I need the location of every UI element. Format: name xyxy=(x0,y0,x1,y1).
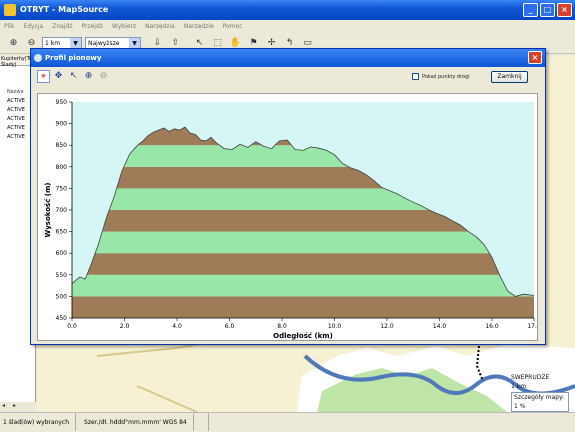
y-tick-label: 650 xyxy=(56,229,68,236)
status-coordinates: Szer./dł. hddd°mm.mmm' WGS 84 xyxy=(84,413,194,431)
y-tick-label: 750 xyxy=(56,185,68,192)
show-waypoints-checkbox[interactable] xyxy=(412,73,419,80)
y-axis-label: Wysokość (m) xyxy=(44,183,52,238)
menu-tool[interactable]: Narzędzie xyxy=(184,20,214,34)
profile-dialog: Profil pionowy × ⌖ ✥ ↖ ⊕ ⊖ Pokaż punkty … xyxy=(30,48,546,345)
show-waypoints-option[interactable]: Pokaż punkty drogi xyxy=(412,73,470,80)
menu-bar: Plik Edycja Znajdź Przejdź Wybierz Narzę… xyxy=(0,20,575,34)
sidebar-scrollbar[interactable]: ◂ ▸ xyxy=(0,402,36,412)
x-tick-label: 17.6 xyxy=(527,323,537,330)
menu-tools[interactable]: Narzędzia xyxy=(145,20,175,34)
elevation-band xyxy=(72,296,534,318)
menu-edit[interactable]: Edycja xyxy=(23,20,43,34)
map-place-label: SWEPRUDZE xyxy=(511,374,550,381)
map-scale-box: SWEPRUDZE 1 km Szczegóły mapy: 1 % xyxy=(511,373,569,412)
show-waypoints-label: Pokaż punkty drogi xyxy=(422,73,470,80)
close-button[interactable]: × xyxy=(557,3,572,17)
x-tick-label: 0.0 xyxy=(67,323,77,330)
y-tick-label: 900 xyxy=(56,121,68,128)
pointer-icon[interactable]: ↖ xyxy=(67,70,80,83)
window-controls: _ □ × xyxy=(523,3,572,17)
map-scale-label: 1 km xyxy=(511,383,527,390)
y-tick-label: 550 xyxy=(56,272,68,279)
y-tick-label: 700 xyxy=(56,207,68,214)
zoom-in-icon[interactable]: ⊕ xyxy=(6,36,21,51)
app-title: OTRYT - MapSource xyxy=(20,5,109,14)
dialog-title: Profil pionowy xyxy=(45,54,102,62)
profile-chart-panel: 950 900 850 800 750 700 650 600 550 500 450 0.0 2.0… xyxy=(37,93,541,341)
menu-help[interactable]: Pomoc xyxy=(223,20,243,34)
elevation-band xyxy=(72,253,534,275)
app-icon xyxy=(4,4,16,16)
x-tick-label: 8.0 xyxy=(277,323,287,330)
status-bar: 1 ślad(ów) wybranych Szer./dł. hddd°mm.m… xyxy=(0,412,575,431)
x-tick-label: 12.0 xyxy=(380,323,394,330)
detail-level-value: Najwyższe xyxy=(88,39,120,47)
menu-file[interactable]: Plik xyxy=(4,20,14,34)
menu-find[interactable]: Znajdź xyxy=(52,20,72,34)
app-title-bar: OTRYT - MapSource _ □ × xyxy=(0,0,575,20)
dialog-icon xyxy=(34,54,42,62)
y-tick-label: 500 xyxy=(56,293,68,300)
x-tick-label: 2.0 xyxy=(120,323,130,330)
x-tick-label: 16.0 xyxy=(485,323,499,330)
elevation-band xyxy=(72,231,534,254)
status-extra xyxy=(202,413,209,431)
maximize-button[interactable]: □ xyxy=(540,3,555,17)
y-tick-label: 800 xyxy=(56,164,68,171)
zoom-in-icon[interactable]: ⊕ xyxy=(82,70,95,83)
y-tick-label: 950 xyxy=(56,99,68,106)
zoom-out-icon[interactable]: ⊖ xyxy=(97,70,110,83)
x-axis-ticks: 0.0 2.0 4.0 6.0 8.0 10.0 12.0 14.0 16.0 17.6 xyxy=(67,318,541,330)
x-tick-label: 4.0 xyxy=(172,323,182,330)
x-axis-label: Odległość (km) xyxy=(273,332,333,340)
elevation-band xyxy=(72,274,534,297)
scroll-left-icon[interactable]: ◂ xyxy=(2,402,5,412)
menu-select[interactable]: Wybierz xyxy=(112,20,136,34)
map-road xyxy=(96,335,248,412)
crosshair-icon[interactable]: ⌖ xyxy=(37,70,50,83)
close-dialog-button[interactable]: Zamknij xyxy=(491,71,528,83)
status-selection: 1 ślad(ów) wybranych xyxy=(3,413,77,431)
y-tick-label: 450 xyxy=(56,315,68,322)
x-tick-label: 10.0 xyxy=(328,323,342,330)
x-tick-label: 6.0 xyxy=(225,323,235,330)
zoom-level-value: 1 km xyxy=(45,39,61,47)
dialog-toolbar: ⌖ ✥ ↖ ⊕ ⊖ xyxy=(37,70,110,83)
menu-go[interactable]: Przejdź xyxy=(81,20,102,34)
map-detail-select[interactable]: Szczegóły mapy: 1 % xyxy=(511,392,569,412)
minimize-button[interactable]: _ xyxy=(523,3,538,17)
x-tick-label: 14.0 xyxy=(433,323,447,330)
y-tick-label: 600 xyxy=(56,250,68,257)
scroll-right-icon[interactable]: ▸ xyxy=(13,402,16,412)
y-tick-label: 850 xyxy=(56,142,68,149)
y-axis-ticks: 950 900 850 800 750 700 650 600 550 500 450 xyxy=(56,99,72,322)
move-icon[interactable]: ✥ xyxy=(52,70,65,83)
elevation-chart[interactable]: 950 900 850 800 750 700 650 600 550 500 450 0.0 2.0… xyxy=(38,94,541,340)
dialog-title-bar[interactable]: Profil pionowy × xyxy=(31,49,545,67)
dialog-close-button[interactable]: × xyxy=(528,51,542,64)
